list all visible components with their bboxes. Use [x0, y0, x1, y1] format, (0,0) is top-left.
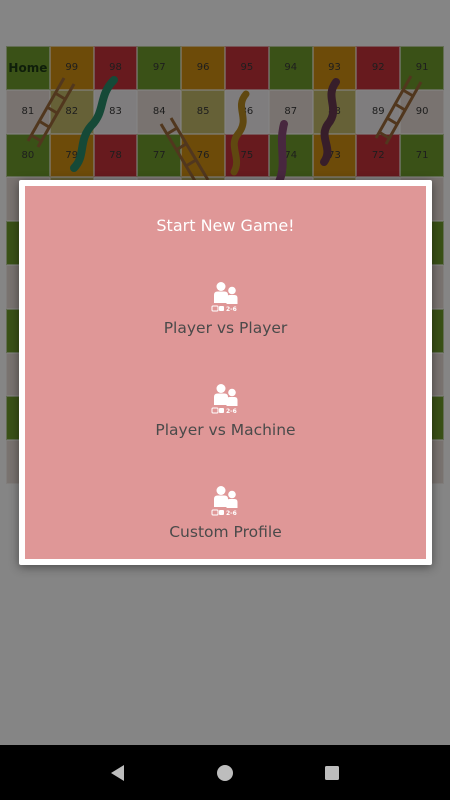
custom-profile-option[interactable]: 2-6 Custom Profile — [25, 485, 426, 555]
option-label: Custom Profile — [169, 523, 282, 541]
player-vs-player-option[interactable]: 2-6 Player vs Player — [25, 281, 426, 351]
players-icon: 2-6 — [211, 486, 237, 517]
home-button[interactable] — [205, 753, 245, 793]
home-icon — [216, 764, 233, 781]
back-button[interactable] — [98, 753, 138, 793]
new-game-dialog: Start New Game! 2-6 Player vs Player 2-6… — [19, 180, 432, 565]
players-icon: 2-6 — [211, 282, 237, 313]
players-icon: 2-6 — [211, 384, 237, 415]
option-label: Player vs Machine — [155, 421, 296, 439]
recents-icon — [325, 765, 340, 780]
option-label: Player vs Player — [163, 319, 288, 337]
recents-button[interactable] — [312, 753, 352, 793]
dialog-panel: Start New Game! 2-6 Player vs Player 2-6… — [25, 186, 426, 559]
player-vs-machine-option[interactable]: 2-6 Player vs Machine — [25, 383, 426, 453]
player-count-badge: 2-6 — [226, 510, 237, 517]
player-count-badge: 2-6 — [226, 306, 237, 313]
player-count-badge: 2-6 — [226, 408, 237, 415]
system-navigation-bar — [0, 745, 450, 800]
back-icon — [110, 764, 124, 781]
dialog-title: Start New Game! — [156, 216, 295, 235]
